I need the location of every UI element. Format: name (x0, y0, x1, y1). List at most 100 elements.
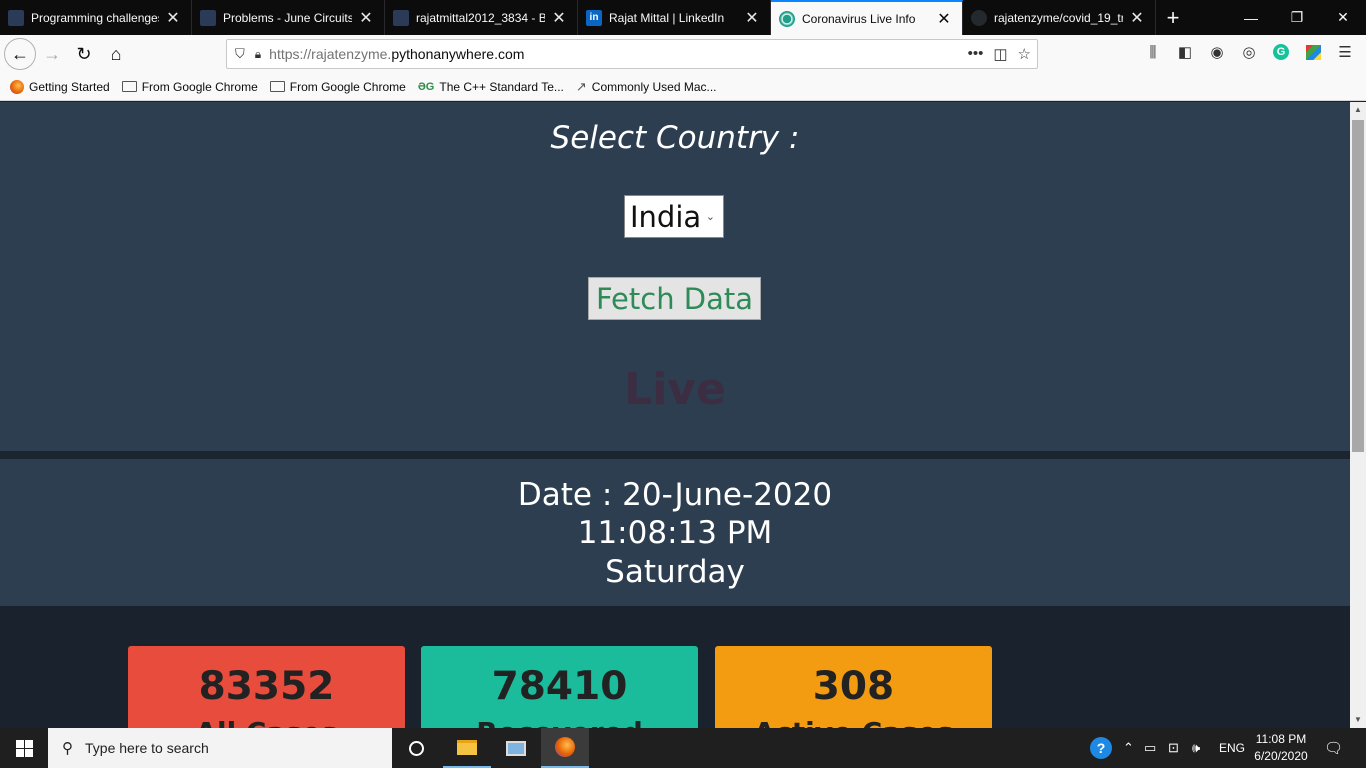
bookmarks-toolbar: Getting Started From Google Chrome From … (0, 73, 1366, 101)
select-country-label: Select Country : (550, 120, 800, 156)
url-prefix: https://rajatenzyme. (269, 46, 392, 62)
show-hidden-icons[interactable]: ⌃ (1123, 728, 1134, 768)
page-actions-icon[interactable]: ••• (968, 45, 984, 63)
firefox-icon (10, 79, 24, 94)
hackerearth-icon (393, 9, 409, 26)
bookmark-folder-chrome-1[interactable]: From Google Chrome (121, 79, 258, 94)
file-explorer-button[interactable] (443, 728, 491, 768)
web-page: Select Country : India ⌄ Fetch Data Live… (0, 102, 1350, 728)
notification-icon[interactable]: 🗨︎ (1324, 728, 1343, 768)
tab-linkedin[interactable]: in Rajat Mittal | LinkedIn ✕ (578, 0, 771, 35)
tab-github-covid[interactable]: rajatenzyme/covid_19_tra ✕ (963, 0, 1156, 35)
scroll-down-icon[interactable]: ▼ (1350, 712, 1366, 728)
firefox-taskbar-button[interactable] (541, 728, 589, 768)
color-extension-icon[interactable] (1302, 38, 1324, 66)
back-button[interactable]: ← (4, 38, 36, 70)
country-select[interactable]: India ⌄ (624, 195, 724, 238)
country-select-section: Select Country : India ⌄ Fetch Data Live (0, 102, 1350, 451)
folder-icon (121, 81, 137, 92)
cortana-icon (408, 740, 424, 756)
all-cases-card: 83352 All Cases (128, 646, 405, 728)
reload-icon: ↻ (76, 43, 92, 64)
pocket-icon[interactable]: ◫ (993, 45, 1007, 63)
arrow-right-icon: → (43, 43, 61, 64)
page-scrollbar[interactable]: ▲ ▼ (1350, 102, 1366, 728)
tab-programming-challenges[interactable]: Programming challenges ✕ (0, 0, 192, 35)
search-icon: ⚲ (62, 740, 73, 757)
help-icon[interactable]: ? (1090, 728, 1112, 768)
network-icon[interactable]: ⊡ (1168, 728, 1179, 768)
volume-icon[interactable]: 🕪︎ (1192, 728, 1200, 768)
menu-icon[interactable]: ☰ (1334, 38, 1356, 66)
tab-coronavirus-live-info[interactable]: Coronavirus Live Info ✕ (771, 0, 963, 35)
search-placeholder: Type here to search (85, 740, 209, 756)
restore-button[interactable]: ❐ (1274, 0, 1320, 35)
navigation-toolbar: ← → ↻ ⌂ ⛉ 🔒︎ https://rajatenzyme.pythona… (0, 35, 1366, 73)
remote-desktop-button[interactable] (492, 728, 540, 768)
scroll-up-icon[interactable]: ▲ (1350, 102, 1366, 118)
close-tab-icon[interactable]: ✕ (1129, 8, 1145, 28)
forward-button[interactable]: → (36, 38, 68, 70)
hackerearth-icon (8, 9, 24, 26)
chart-line-icon: ↗ (575, 78, 587, 94)
bookmark-label: From Google Chrome (141, 79, 258, 94)
active-cases-label: Active Cases (715, 716, 992, 728)
task-view-button[interactable] (392, 728, 440, 768)
geeksforgeeks-icon: ƏG (417, 80, 435, 93)
start-button[interactable] (0, 728, 48, 768)
tab-title: Coronavirus Live Info (802, 11, 916, 26)
close-tab-icon[interactable]: ✕ (744, 8, 760, 28)
library-icon[interactable]: ⫼ (1142, 38, 1164, 66)
taskbar-search[interactable]: ⚲ Type here to search (48, 728, 392, 768)
active-cases-card: 308 Active Cases (715, 646, 992, 728)
close-tab-icon[interactable]: ✕ (165, 8, 181, 28)
bookmark-label: The C++ Standard Te... (439, 79, 564, 94)
recovered-label: Recovered (421, 716, 698, 728)
chevron-down-icon: ⌄ (705, 210, 715, 223)
minimize-button[interactable]: — (1228, 0, 1274, 35)
bookmark-label: From Google Chrome (289, 79, 406, 94)
bookmark-folder-chrome-2[interactable]: From Google Chrome (269, 79, 406, 94)
reload-button[interactable]: ↻ (68, 38, 100, 70)
tab-strip: Programming challenges ✕ Problems - June… (0, 0, 1366, 35)
new-tab-button[interactable]: + (1156, 0, 1190, 35)
monitor-icon (506, 740, 526, 756)
github-icon (971, 9, 987, 26)
stats-section: 83352 All Cases 78410 Recovered 308 Acti… (0, 606, 1350, 728)
fetch-data-button[interactable]: Fetch Data (588, 277, 761, 320)
close-tab-icon[interactable]: ✕ (551, 8, 567, 28)
tab-rajatmittal[interactable]: rajatmittal2012_3834 - Br ✕ (385, 0, 578, 35)
close-tab-icon[interactable]: ✕ (358, 8, 374, 28)
home-button[interactable]: ⌂ (100, 38, 132, 70)
tab-problems-june-circuits[interactable]: Problems - June Circuits ✕ (192, 0, 385, 35)
bookmark-commonly-used[interactable]: ↗ Commonly Used Mac... (576, 79, 717, 95)
battery-icon[interactable]: ▭ (1144, 728, 1156, 768)
sidebar-icon[interactable]: ◧ (1174, 38, 1196, 66)
all-cases-label: All Cases (128, 716, 405, 728)
tab-title: Rajat Mittal | LinkedIn (609, 10, 725, 25)
tab-title: Programming challenges (31, 10, 159, 25)
close-tab-icon[interactable]: ✕ (936, 9, 952, 29)
bookmark-star-icon[interactable]: ☆ (1018, 45, 1031, 63)
bookmark-cpp-standard[interactable]: ƏG The C++ Standard Te... (418, 80, 564, 94)
lock-icon[interactable]: 🔒︎ (255, 47, 261, 62)
tab-title: Problems - June Circuits (223, 10, 352, 25)
scrollbar-thumb[interactable] (1352, 120, 1364, 452)
date-text: Date : 20-June-2020 (517, 477, 833, 513)
time-text: 11:08:13 PM (577, 515, 773, 551)
live-indicator: Live (624, 364, 726, 415)
grammarly-icon[interactable]: G (1270, 38, 1292, 66)
bookmark-getting-started[interactable]: Getting Started (10, 79, 110, 94)
tab-title: rajatmittal2012_3834 - Br (416, 10, 545, 25)
extension-icon[interactable]: ◎ (1238, 38, 1260, 66)
country-select-value: India (630, 199, 702, 234)
shield-icon[interactable]: ⛉ (235, 46, 245, 62)
account-icon[interactable]: ◉ (1206, 38, 1228, 66)
linkedin-icon: in (586, 9, 602, 26)
bookmark-label: Commonly Used Mac... (591, 79, 717, 94)
close-window-button[interactable]: ✕ (1320, 0, 1366, 35)
home-icon: ⌂ (110, 43, 122, 64)
address-bar[interactable]: ⛉ 🔒︎ https://rajatenzyme.pythonanywhere.… (226, 39, 1038, 69)
hackerearth-icon (200, 9, 216, 26)
taskbar-clock[interactable]: 11:08 PM 6/20/2020 (1240, 731, 1322, 765)
